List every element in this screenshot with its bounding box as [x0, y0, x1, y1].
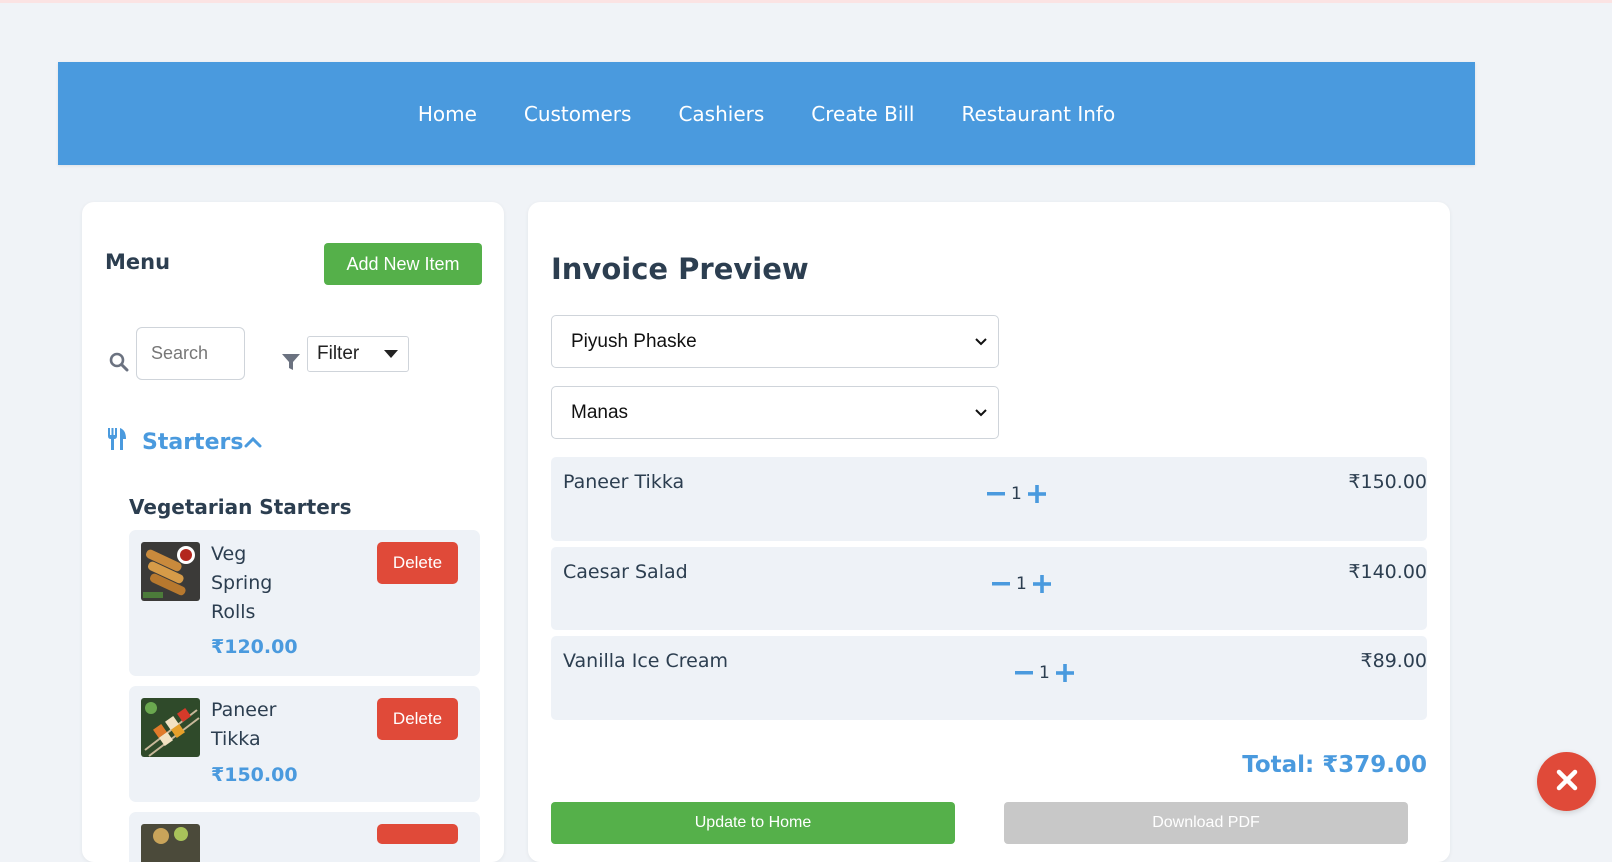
invoice-line: Vanilla Ice Cream 1 ₹89.00 — [551, 636, 1427, 720]
cashier-select-value: Manas — [571, 401, 629, 423]
line-item-price: ₹89.00 — [1360, 650, 1427, 672]
line-item-name: Caesar Salad — [563, 561, 688, 583]
search-input[interactable] — [136, 327, 245, 380]
menu-item-card — [129, 812, 480, 862]
customer-select[interactable]: Piyush Phaske — [551, 315, 999, 368]
search-icon — [109, 352, 129, 376]
category-label: Starters — [142, 429, 244, 455]
chevron-up-icon[interactable] — [243, 435, 263, 449]
filter-select-value: Filter — [317, 343, 360, 364]
update-to-home-button[interactable]: Update to Home — [551, 802, 955, 844]
invoice-line: Caesar Salad 1 ₹140.00 — [551, 547, 1427, 630]
plus-icon[interactable] — [1031, 573, 1053, 595]
line-item-name: Paneer Tikka — [563, 471, 685, 493]
utensils-icon — [106, 427, 128, 457]
invoice-panel: Invoice Preview Piyush Phaske Manas Pane… — [528, 202, 1450, 862]
top-border — [0, 0, 1612, 3]
item-thumbnail — [141, 698, 200, 757]
item-name: Paneer Tikka — [211, 699, 277, 750]
plus-icon[interactable] — [1054, 662, 1076, 684]
quantity-value: 1 — [1011, 484, 1022, 504]
chevron-down-icon — [974, 402, 988, 424]
line-item-price: ₹150.00 — [1348, 471, 1427, 493]
invoice-line: Paneer Tikka 1 ₹150.00 — [551, 457, 1427, 541]
delete-button[interactable]: Delete — [377, 698, 458, 740]
filter-select[interactable]: Filter — [307, 336, 409, 372]
quantity-stepper: 1 — [985, 483, 1048, 505]
minus-icon[interactable] — [985, 483, 1007, 505]
nav-customers[interactable]: Customers — [524, 102, 632, 126]
nav-home[interactable]: Home — [418, 102, 477, 126]
plus-icon[interactable] — [1026, 483, 1048, 505]
quantity-value: 1 — [1039, 663, 1050, 683]
item-price: ₹120.00 — [211, 636, 298, 658]
minus-icon[interactable] — [990, 573, 1012, 595]
menu-item-card: Paneer Tikka ₹150.00 Delete — [129, 686, 480, 802]
nav-create-bill[interactable]: Create Bill — [811, 102, 914, 126]
delete-button[interactable] — [377, 824, 458, 844]
download-pdf-button[interactable]: Download PDF — [1004, 802, 1408, 844]
invoice-title: Invoice Preview — [551, 252, 809, 286]
delete-button[interactable]: Delete — [377, 542, 458, 584]
cashier-select[interactable]: Manas — [551, 386, 999, 439]
close-icon — [1555, 768, 1579, 796]
menu-title: Menu — [105, 250, 171, 274]
add-new-item-button[interactable]: Add New Item — [324, 243, 482, 285]
quantity-stepper: 1 — [990, 573, 1053, 595]
filter-icon — [281, 352, 301, 376]
item-price: ₹150.00 — [211, 764, 298, 786]
chevron-down-icon — [974, 331, 988, 353]
invoice-total: Total: ₹379.00 — [1242, 752, 1427, 778]
subcategory-title: Vegetarian Starters — [129, 495, 352, 519]
line-item-price: ₹140.00 — [1348, 561, 1427, 583]
caret-down-icon — [384, 350, 398, 358]
main-navbar: Home Customers Cashiers Create Bill Rest… — [58, 62, 1475, 165]
item-thumbnail — [141, 824, 200, 862]
nav-cashiers[interactable]: Cashiers — [678, 102, 764, 126]
close-button[interactable] — [1537, 752, 1596, 811]
item-thumbnail — [141, 542, 200, 601]
menu-item-card: Veg Spring Rolls ₹120.00 Delete — [129, 530, 480, 676]
quantity-stepper: 1 — [1013, 662, 1076, 684]
menu-panel: Menu Add New Item Filter Starters Vegeta… — [82, 202, 504, 862]
item-name: Veg Spring Rolls — [211, 543, 273, 623]
quantity-value: 1 — [1016, 574, 1027, 594]
category-starters[interactable]: Starters — [106, 427, 263, 457]
line-item-name: Vanilla Ice Cream — [563, 650, 729, 672]
customer-select-value: Piyush Phaske — [571, 330, 697, 352]
nav-restaurant-info[interactable]: Restaurant Info — [961, 102, 1115, 126]
minus-icon[interactable] — [1013, 662, 1035, 684]
